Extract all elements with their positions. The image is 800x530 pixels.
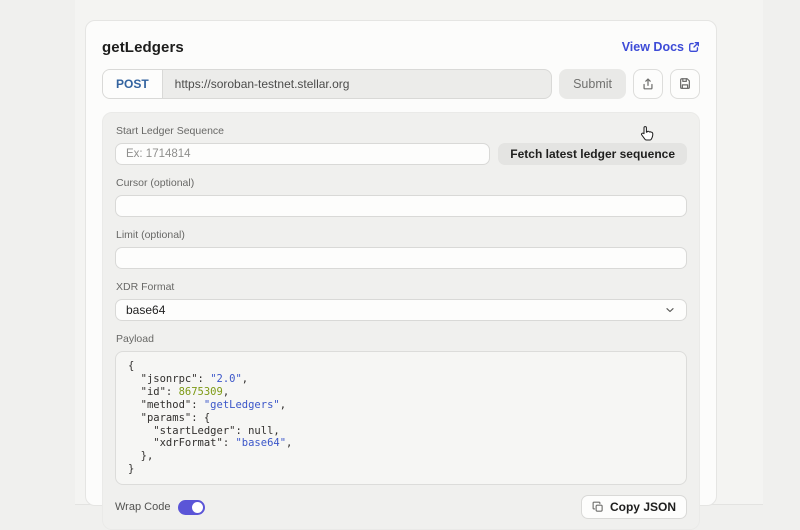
- view-docs-link[interactable]: View Docs: [622, 40, 700, 54]
- share-icon: [641, 77, 655, 91]
- xdr-format-selected-value: base64: [126, 303, 165, 317]
- card-header: getLedgers View Docs: [102, 35, 700, 59]
- start-ledger-input[interactable]: [115, 143, 490, 165]
- method-badge: POST: [103, 70, 163, 98]
- params-panel: Start Ledger Sequence Fetch latest ledge…: [102, 112, 700, 530]
- external-link-icon: [688, 41, 700, 53]
- submit-button[interactable]: Submit: [559, 69, 626, 99]
- copy-icon: [592, 501, 604, 513]
- endpoint-card: getLedgers View Docs POST https://soroba…: [85, 20, 717, 506]
- save-button[interactable]: [670, 69, 700, 99]
- cursor-input[interactable]: [115, 195, 687, 217]
- url-pill: POST https://soroban-testnet.stellar.org: [102, 69, 552, 99]
- payload-code[interactable]: { "jsonrpc": "2.0", "id": 8675309, "meth…: [115, 351, 687, 485]
- share-button[interactable]: [633, 69, 663, 99]
- copy-json-button[interactable]: Copy JSON: [581, 495, 687, 519]
- wrap-code-toggle[interactable]: [178, 500, 205, 515]
- field-start-ledger: Start Ledger Sequence Fetch latest ledge…: [115, 125, 687, 165]
- url-input[interactable]: https://soroban-testnet.stellar.org: [163, 70, 551, 98]
- field-limit: Limit (optional): [115, 229, 687, 269]
- save-icon: [678, 77, 692, 91]
- request-bar: POST https://soroban-testnet.stellar.org…: [102, 69, 700, 99]
- copy-json-label: Copy JSON: [610, 500, 676, 514]
- panel-footer: Wrap Code Copy JSON: [115, 495, 687, 519]
- field-cursor: Cursor (optional): [115, 177, 687, 217]
- cursor-label: Cursor (optional): [116, 177, 687, 189]
- start-ledger-label: Start Ledger Sequence: [116, 125, 687, 137]
- wrap-code-label: Wrap Code: [115, 501, 170, 513]
- limit-label: Limit (optional): [116, 229, 687, 241]
- toggle-knob: [192, 502, 203, 513]
- limit-input[interactable]: [115, 247, 687, 269]
- payload-label: Payload: [116, 333, 687, 345]
- xdr-format-label: XDR Format: [116, 281, 687, 293]
- page-title: getLedgers: [102, 39, 184, 56]
- fetch-latest-ledger-button[interactable]: Fetch latest ledger sequence: [498, 143, 687, 165]
- field-xdr-format: XDR Format base64: [115, 281, 687, 321]
- view-docs-label: View Docs: [622, 40, 684, 54]
- chevron-down-icon: [664, 304, 676, 316]
- field-payload: Payload { "jsonrpc": "2.0", "id": 867530…: [115, 333, 687, 485]
- xdr-format-select[interactable]: base64: [115, 299, 687, 321]
